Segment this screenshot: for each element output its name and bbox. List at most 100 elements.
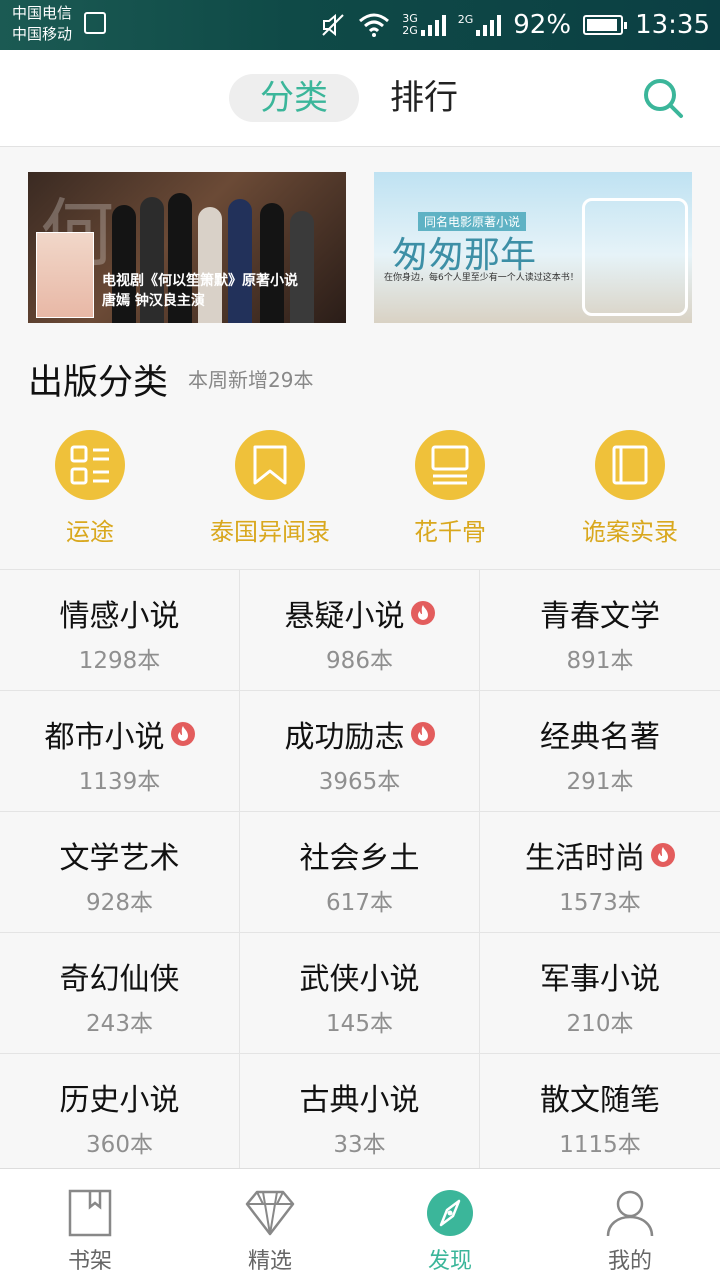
category-count: 928本 (86, 890, 153, 916)
category-name: 经典名著 (540, 720, 660, 755)
category-name-row: 军事小说 (540, 954, 660, 998)
net-2g-label-b: 2G (457, 13, 474, 26)
tab-ranking[interactable]: 排行 (390, 74, 458, 122)
category-cell[interactable]: 成功励志 3965本 (240, 691, 480, 812)
nav-mine[interactable]: 我的 (540, 1169, 720, 1281)
featured-label: 诡案实录 (582, 518, 678, 546)
category-name: 悬疑小说 (284, 599, 405, 634)
category-name-row: 经典名著 (540, 712, 660, 756)
category-count: 1573本 (559, 890, 641, 916)
category-count: 3965本 (318, 769, 401, 795)
category-name-row: 情感小说 (60, 591, 180, 635)
bottom-nav: 书架 精选 发现 我的 (0, 1168, 720, 1281)
category-name-row: 历史小说 (60, 1075, 180, 1119)
banner-subtitle: 唐嫣 钟汉良主演 (102, 293, 205, 309)
category-name: 文学艺术 (59, 841, 180, 876)
category-count: 1139本 (78, 769, 161, 795)
nav-label: 书架 (67, 1249, 112, 1274)
banner-subtitle: 在你身边，每6个人里至少有一个人读过这本书！ (384, 273, 579, 283)
category-cell[interactable]: 军事小说 210本 (480, 933, 720, 1054)
section-subtitle: 本周新增29本 (188, 368, 314, 392)
hot-flame-icon (410, 601, 435, 625)
category-cell[interactable]: 悬疑小说 986本 (240, 570, 480, 691)
battery-percent: 92% (513, 10, 572, 40)
category-cell[interactable]: 古典小说 33本 (240, 1054, 480, 1175)
featured-label: 花千骨 (414, 518, 486, 546)
category-count: 145本 (326, 1011, 393, 1037)
actor-figure (228, 199, 252, 323)
nav-label: 发现 (427, 1249, 472, 1274)
category-cell[interactable]: 经典名著 291本 (480, 691, 720, 812)
category-name-row: 文学艺术 (60, 833, 180, 877)
wifi-icon (359, 13, 390, 37)
featured-item-taiguo[interactable]: 泰国异闻录 (180, 430, 360, 547)
category-name-row: 武侠小说 (300, 954, 420, 998)
category-count: 986本 (326, 648, 393, 674)
featured-item-huaqiangu[interactable]: 花千骨 (360, 430, 540, 547)
signal-bars-icon (420, 14, 446, 36)
battery-icon (583, 15, 628, 35)
person-icon (606, 1190, 654, 1237)
top-header: 分类 排行 (0, 50, 720, 147)
clock: 13:35 (635, 10, 710, 40)
photo-frame-decoration (582, 198, 688, 316)
category-cell[interactable]: 情感小说 1298本 (0, 570, 240, 691)
mute-icon (322, 13, 344, 37)
category-cell[interactable]: 都市小说 1139本 (0, 691, 240, 812)
category-cell[interactable]: 历史小说 360本 (0, 1054, 240, 1175)
featured-label: 运途 (66, 518, 114, 546)
banner-title: 电视剧《何以笙箫默》原著小说 (102, 273, 298, 289)
image-notification-icon (84, 12, 106, 34)
category-name: 都市小说 (44, 720, 165, 755)
category-name: 武侠小说 (299, 962, 420, 997)
nav-featured[interactable]: 精选 (180, 1169, 360, 1281)
category-cell[interactable]: 社会乡土 617本 (240, 812, 480, 933)
category-cell[interactable]: 文学艺术 928本 (0, 812, 240, 933)
status-icons: 3G 2G 2G 92% 13:35 (320, 0, 710, 50)
nav-label: 精选 (247, 1249, 292, 1274)
category-name-row: 散文随笔 (540, 1075, 660, 1119)
layout-icon (415, 430, 485, 500)
carrier-info: 中国电信 中国移动 (12, 3, 72, 45)
category-count: 1298本 (78, 648, 161, 674)
banner-movie-novel[interactable]: 同名电影原著小说 匆匆那年 在你身边，每6个人里至少有一个人读过这本书！ (374, 172, 692, 323)
signal-2g: 2G (458, 14, 502, 36)
category-name-row: 都市小说 (45, 712, 195, 756)
featured-item-guian[interactable]: 诡案实录 (540, 430, 720, 547)
net-2g-label: 2G (402, 24, 418, 37)
category-name: 成功励志 (284, 720, 405, 755)
category-name-row: 生活时尚 (525, 833, 675, 877)
category-name: 历史小说 (59, 1083, 180, 1118)
category-cell[interactable]: 武侠小说 145本 (240, 933, 480, 1054)
carrier-2: 中国移动 (12, 25, 73, 43)
category-count: 291本 (566, 769, 634, 795)
tab-category[interactable]: 分类 (229, 74, 359, 122)
category-name-row: 成功励志 (285, 712, 435, 756)
category-count: 33本 (333, 1132, 386, 1158)
nav-bookshelf[interactable]: 书架 (0, 1169, 180, 1281)
nav-discover[interactable]: 发现 (360, 1169, 540, 1281)
category-cell[interactable]: 奇幻仙侠 243本 (0, 933, 240, 1054)
category-name: 社会乡土 (299, 841, 420, 876)
category-name: 古典小说 (299, 1083, 420, 1118)
featured-item-yuntu[interactable]: 运途 (0, 430, 180, 547)
list-icon (55, 430, 125, 500)
search-icon[interactable] (642, 77, 684, 119)
bookmark-icon (235, 430, 305, 500)
category-cell[interactable]: 青春文学 891本 (480, 570, 720, 691)
category-cell[interactable]: 散文随笔 1115本 (480, 1054, 720, 1175)
book-icon (595, 430, 665, 500)
category-count: 891本 (566, 648, 634, 674)
category-count: 1115本 (559, 1132, 641, 1158)
category-cell[interactable]: 生活时尚 1573本 (480, 812, 720, 933)
category-name-row: 社会乡土 (300, 833, 420, 877)
category-name: 情感小说 (59, 599, 180, 634)
category-name: 奇幻仙侠 (59, 962, 180, 997)
category-count: 210本 (566, 1011, 634, 1037)
featured-label: 泰国异闻录 (210, 518, 330, 546)
banner-tv-drama[interactable]: 何 电视剧《何以笙箫默》原著小说 唐嫣 钟汉良主演 (28, 172, 346, 323)
carrier-1: 中国电信 (12, 4, 73, 22)
category-count: 243本 (86, 1011, 153, 1037)
book-cover-image (36, 232, 94, 318)
hot-flame-icon (170, 722, 195, 746)
